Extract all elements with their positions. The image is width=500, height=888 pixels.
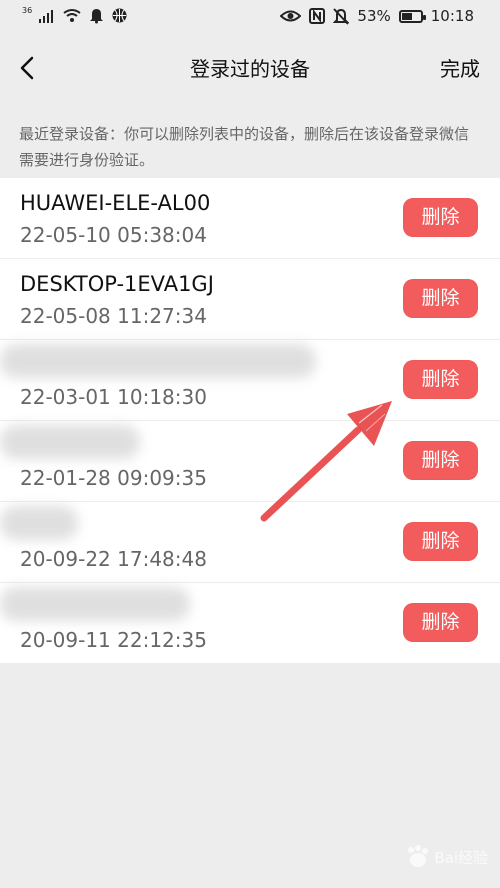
annotation-arrow-icon xyxy=(260,401,392,522)
baidu-watermark: Bai经验 xyxy=(398,840,488,874)
paw-icon xyxy=(408,845,429,867)
watermark-text: Bai经验 xyxy=(434,848,488,867)
